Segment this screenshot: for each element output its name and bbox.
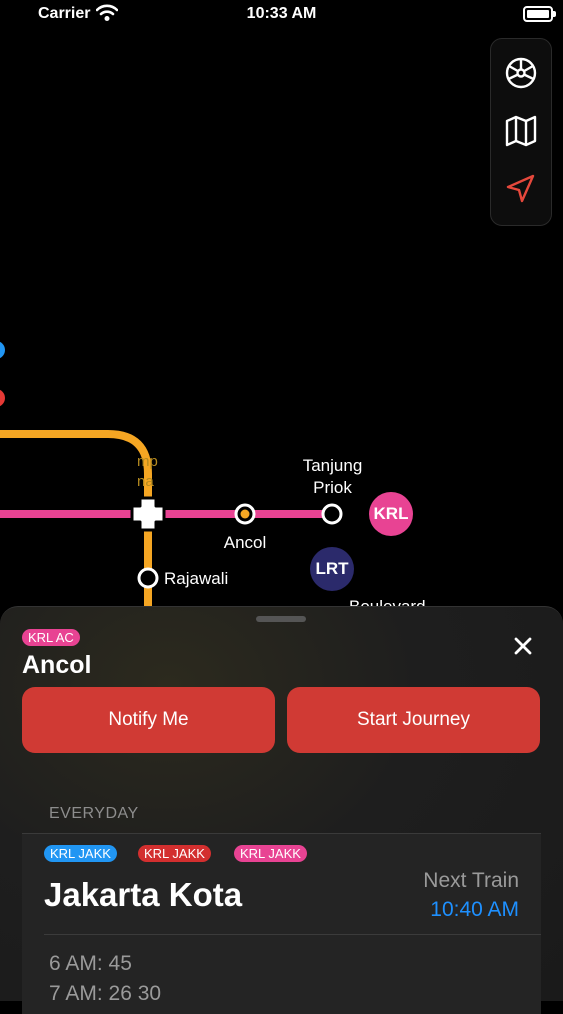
start-journey-button[interactable]: Start Journey: [287, 687, 540, 753]
route-tag: KRL JAKK: [138, 845, 211, 862]
yellow-line: [0, 430, 152, 620]
transit-map[interactable]: mp na: [0, 0, 563, 620]
tanjung-priok-label: Tanjung Priok: [302, 456, 363, 497]
route-tag: KRL JAKK: [234, 845, 307, 862]
section-label: EVERYDAY: [49, 805, 139, 822]
line-tag: KRL AC: [22, 629, 80, 646]
tanjung-priok-station[interactable]: [321, 503, 343, 525]
station-title: Ancol: [22, 651, 92, 679]
krl-badge[interactable]: KRL: [369, 492, 413, 536]
schedule-row: 7 AM: 26 30: [49, 982, 162, 1005]
steering-wheel-icon[interactable]: [503, 55, 539, 91]
next-train-time: 10:40 AM: [430, 898, 519, 921]
departure-card[interactable]: KRL JAKK KRL JAKK KRL JAKK Jakarta Kota …: [22, 833, 541, 1014]
hidden-station-label: mp: [137, 453, 158, 470]
blue-station-edge: [0, 341, 5, 359]
hidden-station-label: na: [137, 473, 154, 490]
close-icon[interactable]: [512, 635, 534, 657]
schedule-row: 6 AM: 45: [49, 952, 132, 975]
card-divider: [44, 934, 541, 935]
lrt-badge[interactable]: LRT: [310, 547, 354, 591]
station-sheet: KRL AC Ancol Notify Me Start Journey EVE…: [0, 606, 563, 1014]
sheet-handle[interactable]: [256, 616, 306, 622]
ancol-label: Ancol: [223, 533, 267, 552]
destination-name: Jakarta Kota: [44, 876, 243, 913]
route-tag: KRL JAKK: [44, 845, 117, 862]
map-controls: [490, 38, 552, 226]
next-train-label: Next Train: [423, 869, 519, 892]
location-arrow-icon[interactable]: [503, 171, 539, 207]
rajawali-label: Rajawali: [164, 569, 229, 588]
map-icon[interactable]: [503, 113, 539, 149]
rajawali-station[interactable]: [137, 567, 159, 589]
interchange-station[interactable]: [130, 496, 166, 532]
red-station-edge: [0, 389, 5, 407]
notify-me-button[interactable]: Notify Me: [22, 687, 275, 753]
